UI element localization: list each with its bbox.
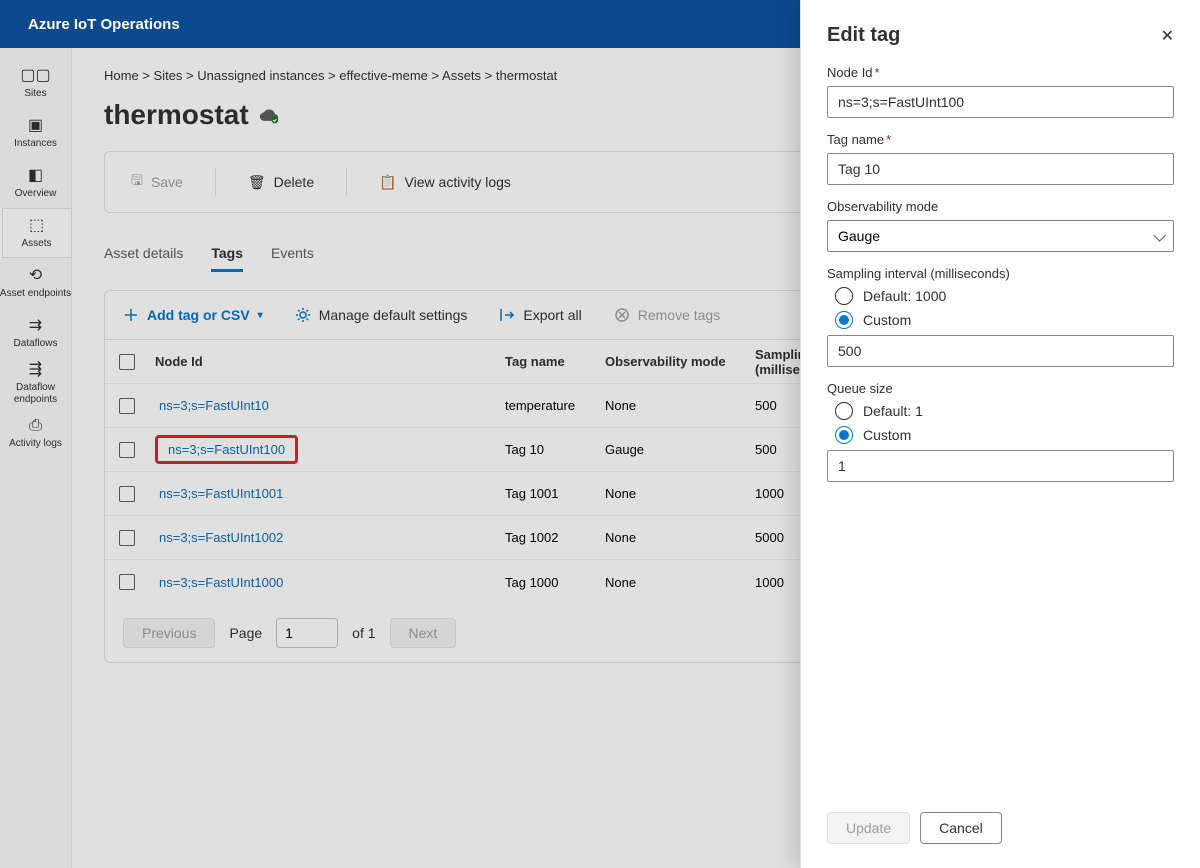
queue-default-radio[interactable]: Default: 1: [835, 402, 1174, 420]
sampling-label: Sampling interval (milliseconds): [827, 266, 1174, 281]
queue-label: Queue size: [827, 381, 1174, 396]
radio-icon: [835, 402, 853, 420]
sampling-custom-radio[interactable]: Custom: [835, 311, 1174, 329]
sampling-default-radio[interactable]: Default: 1000: [835, 287, 1174, 305]
observability-select[interactable]: Gauge: [827, 220, 1174, 252]
sampling-value-input[interactable]: [827, 335, 1174, 367]
update-button: Update: [827, 812, 910, 844]
panel-close-button[interactable]: ✕: [1161, 26, 1174, 46]
queue-value-input[interactable]: [827, 450, 1174, 482]
edit-tag-panel: Edit tag ✕ Node Id* Tag name* Observabil…: [800, 0, 1200, 868]
node-id-label: Node Id*: [827, 65, 1174, 80]
tag-name-label: Tag name*: [827, 132, 1174, 147]
radio-icon: [835, 311, 853, 329]
panel-title: Edit tag: [827, 24, 900, 47]
close-icon: ✕: [1161, 28, 1174, 45]
cancel-button[interactable]: Cancel: [920, 812, 1002, 844]
radio-icon: [835, 426, 853, 444]
tag-name-input[interactable]: [827, 153, 1174, 185]
radio-icon: [835, 287, 853, 305]
modal-overlay[interactable]: [0, 48, 800, 868]
observability-label: Observability mode: [827, 199, 1174, 214]
node-id-input[interactable]: [827, 86, 1174, 118]
queue-custom-radio[interactable]: Custom: [835, 426, 1174, 444]
app-title: Azure IoT Operations: [28, 16, 180, 33]
